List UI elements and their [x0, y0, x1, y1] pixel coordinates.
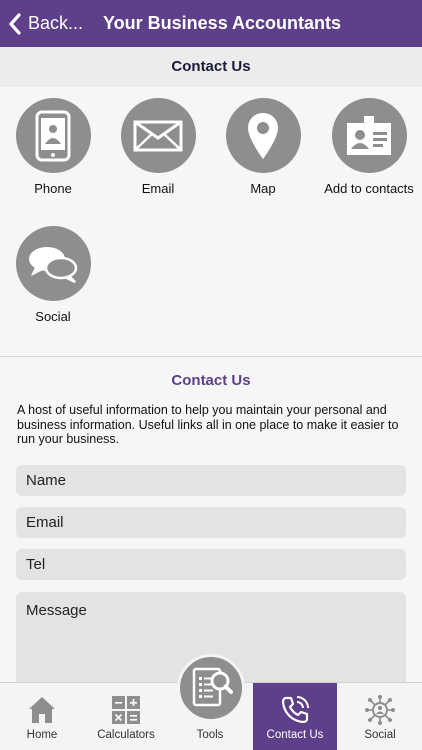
section-title: Contact Us — [0, 47, 422, 87]
chevron-left-icon — [9, 12, 21, 35]
name-field[interactable]: Name — [16, 465, 406, 496]
home-icon — [29, 697, 55, 723]
tab-social[interactable]: Social — [338, 683, 422, 750]
tab-home[interactable]: Home — [0, 683, 84, 750]
back-label: Back... — [28, 13, 84, 33]
map-pin-icon — [248, 112, 278, 159]
tab-calculators[interactable]: Calculators — [84, 683, 168, 750]
form-title: Contact Us — [171, 372, 251, 389]
social-tile[interactable]: Social — [3, 226, 103, 324]
email-tile[interactable]: Email — [108, 98, 208, 196]
phone-icon — [35, 110, 71, 161]
tel-field[interactable]: Tel — [16, 549, 406, 580]
phone-tile-circle[interactable] — [15, 98, 91, 173]
section-divider — [0, 356, 422, 357]
tools-button[interactable] — [177, 654, 245, 722]
add-contact-label: Add to contacts — [324, 181, 414, 196]
tab-contact-us-label: Contact Us — [266, 729, 324, 741]
email-tile-circle[interactable] — [120, 98, 196, 173]
tab-social-label: Social — [364, 729, 396, 741]
document-search-icon — [192, 667, 233, 707]
network-icon — [365, 695, 395, 725]
calculator-icon — [112, 696, 140, 724]
social-tile-circle[interactable] — [15, 226, 91, 301]
email-label: Email — [141, 181, 175, 196]
tab-calculators-label: Calculators — [97, 729, 155, 741]
phone-label: Phone — [34, 181, 72, 196]
email-field[interactable]: Email — [16, 507, 406, 538]
tab-home-label: Home — [26, 729, 58, 741]
map-label: Map — [250, 181, 276, 196]
page-title: Your Business Accountants — [103, 13, 342, 33]
map-tile-circle[interactable] — [225, 98, 301, 173]
phone-call-icon — [281, 696, 309, 724]
top-bar: Back... Your Business Accountants — [0, 0, 422, 47]
phone-tile[interactable]: Phone — [3, 98, 103, 196]
back-button[interactable]: Back... — [8, 0, 83, 47]
email-icon — [133, 120, 183, 151]
map-tile[interactable]: Map — [213, 98, 313, 196]
tab-tools-label: Tools — [196, 729, 224, 741]
social-label: Social — [35, 309, 71, 324]
add-contact-tile[interactable]: Add to contacts — [319, 98, 419, 196]
form-intro: A host of useful information to help you… — [17, 403, 399, 446]
contact-card-icon — [347, 115, 391, 155]
tab-contact-us[interactable]: Contact Us — [253, 683, 337, 750]
chat-bubbles-icon — [29, 246, 78, 283]
add-contact-tile-circle[interactable] — [331, 98, 407, 173]
